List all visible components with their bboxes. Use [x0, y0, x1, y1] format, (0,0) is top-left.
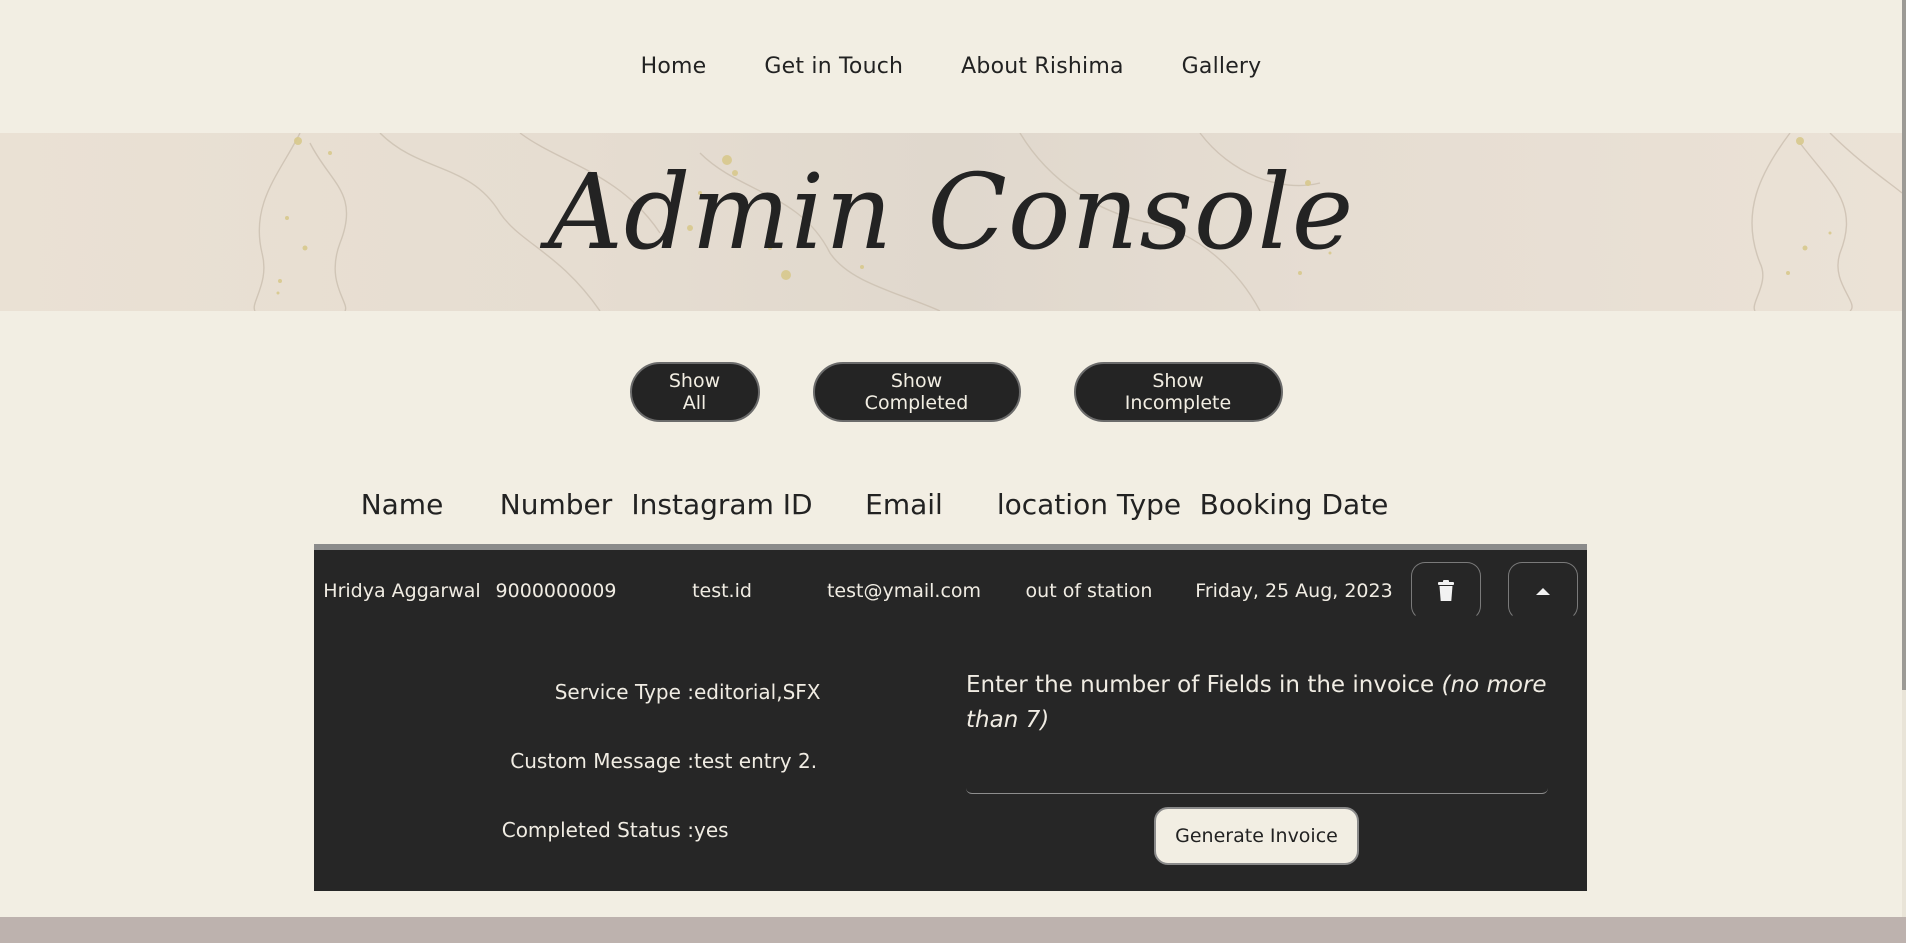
invoice-prompt-text: Enter the number of Fields in the invoic…	[966, 672, 1435, 698]
cell-booking-date: Friday, 25 Aug, 2023	[1195, 580, 1393, 602]
invoice-fields-prompt: Enter the number of Fields in the invoic…	[966, 668, 1556, 738]
scrollbar-thumb[interactable]	[1902, 0, 1906, 690]
column-header-location-type: location Type	[996, 488, 1182, 521]
column-header-email: Email	[865, 488, 943, 521]
cell-location-type: out of station	[1025, 580, 1153, 602]
nav-get-in-touch-link[interactable]: Get in Touch	[764, 54, 903, 79]
page-title: Admin Console	[547, 151, 1355, 273]
trash-icon	[1438, 580, 1454, 601]
custom-message-value: test entry 2.	[694, 749, 818, 773]
completed-status-value: yes	[694, 818, 729, 842]
footer-band	[0, 917, 1906, 943]
service-type-value: editorial,SFX	[694, 680, 821, 704]
table-header: Name Number Instagram ID Email location …	[314, 488, 1587, 546]
completed-status-label: Completed Status :	[501, 818, 694, 842]
column-header-booking-date: Booking Date	[1199, 488, 1389, 521]
custom-message-label: Custom Message :	[510, 749, 694, 773]
cell-name: Hridya Aggarwal	[323, 580, 481, 602]
caret-up-icon	[1536, 588, 1550, 595]
table-row: Hridya Aggarwal 9000000009 test.id test@…	[314, 550, 1587, 891]
show-all-button[interactable]: Show All	[629, 362, 760, 422]
service-type-label: Service Type :	[554, 680, 694, 704]
show-completed-button[interactable]: Show Completed	[812, 362, 1021, 422]
collapse-row-button[interactable]	[1508, 562, 1578, 620]
cell-email: test@ymail.com	[826, 580, 982, 602]
generate-invoice-button[interactable]: Generate Invoice	[1154, 807, 1359, 865]
column-header-name: Name	[360, 488, 444, 521]
show-incomplete-button[interactable]: Show Incomplete	[1073, 362, 1283, 422]
top-nav: Home Get in Touch About Rishima Gallery	[0, 0, 1902, 133]
column-header-number: Number	[499, 488, 613, 521]
invoice-fields-input[interactable]	[966, 750, 1548, 794]
delete-button[interactable]	[1411, 562, 1481, 620]
admin-banner: Admin Console	[0, 133, 1902, 311]
column-header-instagram-id: Instagram ID	[631, 488, 813, 521]
filter-buttons: Show All Show Completed Show Incomplete	[0, 362, 1902, 422]
nav-gallery-link[interactable]: Gallery	[1182, 54, 1262, 79]
cell-number: 9000000009	[495, 580, 617, 602]
page: Home Get in Touch About Rishima Gallery	[0, 0, 1906, 943]
cell-instagram-id: test.id	[692, 580, 752, 602]
nav-about-link[interactable]: About Rishima	[961, 54, 1123, 79]
nav-home-link[interactable]: Home	[641, 54, 707, 79]
